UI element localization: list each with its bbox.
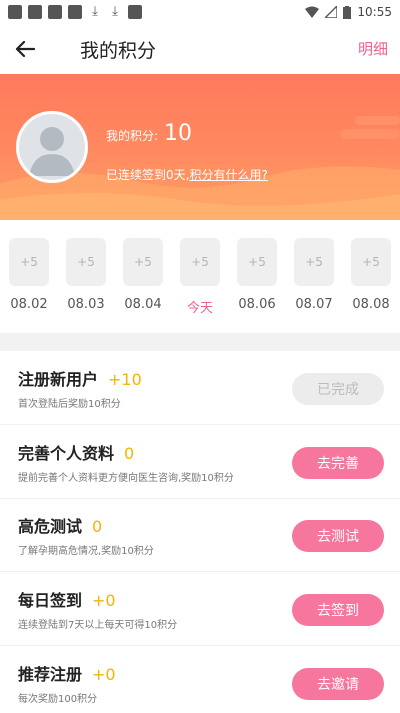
task-header: 注册新用户 +10 bbox=[18, 366, 142, 390]
app-notification-icon bbox=[48, 5, 62, 19]
day-item: +5 08.06 bbox=[237, 238, 277, 312]
points-banner: 我的积分: 10 已连续签到0天, 积分有什么用? bbox=[0, 74, 400, 220]
status-time: 10:55 bbox=[357, 5, 392, 19]
app-notification-icon bbox=[68, 5, 82, 19]
task-points: +10 bbox=[108, 370, 142, 389]
back-arrow-icon bbox=[15, 40, 35, 58]
task-points: 0 bbox=[92, 517, 103, 536]
download-icon: ⤓ bbox=[112, 4, 118, 19]
task-title: 推荐注册 bbox=[18, 665, 83, 684]
app-bar: 我的积分 明细 bbox=[0, 24, 400, 74]
task-row: 完善个人资料 0 提前完善个人资料更方便向医生咨询,奖励10积分 去完善 bbox=[0, 425, 400, 499]
task-header: 每日签到 +0 bbox=[18, 587, 116, 611]
task-row: 推荐注册 +0 每次奖励100积分 去邀请 bbox=[0, 646, 400, 713]
day-item: +5 08.04 bbox=[123, 238, 163, 312]
signal-icon bbox=[325, 6, 338, 18]
wifi-icon bbox=[305, 6, 320, 18]
notification-icons: ⤓ ⤓ bbox=[8, 5, 142, 19]
checkin-info: 已连续签到0天, 积分有什么用? bbox=[106, 166, 268, 183]
task-points: +0 bbox=[92, 591, 116, 610]
day-reward: +5 bbox=[294, 238, 334, 286]
task-points: 0 bbox=[124, 444, 135, 463]
task-points: +0 bbox=[92, 665, 116, 684]
day-item: +5 08.07 bbox=[294, 238, 334, 312]
battery-icon bbox=[343, 5, 352, 19]
task-description: 提前完善个人资料更方便向医生咨询,奖励10积分 bbox=[18, 473, 234, 484]
day-label: 今天 bbox=[186, 301, 213, 316]
detail-link[interactable]: 明细 bbox=[358, 38, 388, 59]
task-row: 注册新用户 +10 首次登陆后奖励10积分 已完成 bbox=[0, 351, 400, 425]
day-item: +5 08.08 bbox=[351, 238, 391, 312]
day-item: +5 今天 bbox=[180, 238, 220, 316]
avatar[interactable] bbox=[16, 111, 88, 183]
task-title: 完善个人资料 bbox=[18, 444, 115, 463]
day-reward: +5 bbox=[9, 238, 49, 286]
task-action-button[interactable]: 去邀请 bbox=[292, 668, 384, 700]
points-value: 10 bbox=[164, 121, 193, 146]
checkin-text: 已连续签到0天, bbox=[106, 168, 190, 182]
daily-checkin-strip: +5 08.02 +5 08.03 +5 08.04 +5 今天 +5 08.06 +5 08.07 +… bbox=[0, 238, 400, 318]
day-label: 08.07 bbox=[295, 297, 333, 312]
day-label: 08.08 bbox=[352, 297, 390, 312]
day-item: +5 08.02 bbox=[9, 238, 49, 312]
task-description: 每次奖励100积分 bbox=[18, 694, 98, 705]
day-reward: +5 bbox=[351, 238, 391, 286]
back-button[interactable] bbox=[0, 24, 50, 74]
task-header: 推荐注册 +0 bbox=[18, 661, 116, 685]
task-header: 完善个人资料 0 bbox=[18, 440, 134, 464]
task-action-button[interactable]: 去签到 bbox=[292, 594, 384, 626]
section-divider bbox=[0, 333, 400, 351]
task-description: 首次登陆后奖励10积分 bbox=[18, 399, 121, 410]
task-description: 了解孕期高危情况,奖励10积分 bbox=[18, 546, 154, 557]
page-title: 我的积分 bbox=[80, 39, 157, 62]
task-row: 高危测试 0 了解孕期高危情况,奖励10积分 去测试 bbox=[0, 498, 400, 572]
task-action-button[interactable]: 已完成 bbox=[292, 373, 384, 405]
task-action-button[interactable]: 去测试 bbox=[292, 520, 384, 552]
points-label: 我的积分: bbox=[106, 129, 159, 143]
task-row: 每日签到 +0 连续登陆到7天以上每天可得10积分 去签到 bbox=[0, 572, 400, 646]
day-reward: +5 bbox=[180, 238, 220, 286]
task-action-button[interactable]: 去完善 bbox=[292, 447, 384, 479]
task-header: 高危测试 0 bbox=[18, 513, 102, 537]
app-notification-icon bbox=[128, 5, 142, 19]
day-item: +5 08.03 bbox=[66, 238, 106, 312]
points-summary: 我的积分: 10 bbox=[106, 121, 192, 146]
task-title: 每日签到 bbox=[18, 591, 83, 610]
day-label: 08.04 bbox=[124, 297, 162, 312]
points-usage-link[interactable]: 积分有什么用? bbox=[189, 166, 267, 183]
app-notification-icon bbox=[28, 5, 42, 19]
task-title: 注册新用户 bbox=[18, 370, 99, 389]
day-reward: +5 bbox=[237, 238, 277, 286]
status-bar: ⤓ ⤓ 10:55 bbox=[0, 0, 400, 24]
app-notification-icon bbox=[8, 5, 22, 19]
day-label: 08.02 bbox=[10, 297, 48, 312]
download-icon: ⤓ bbox=[92, 4, 98, 19]
day-reward: +5 bbox=[123, 238, 163, 286]
day-label: 08.03 bbox=[67, 297, 105, 312]
day-reward: +5 bbox=[66, 238, 106, 286]
day-label: 08.06 bbox=[238, 297, 276, 312]
task-description: 连续登陆到7天以上每天可得10积分 bbox=[18, 620, 178, 631]
task-title: 高危测试 bbox=[18, 517, 83, 536]
user-placeholder-icon bbox=[29, 127, 75, 176]
